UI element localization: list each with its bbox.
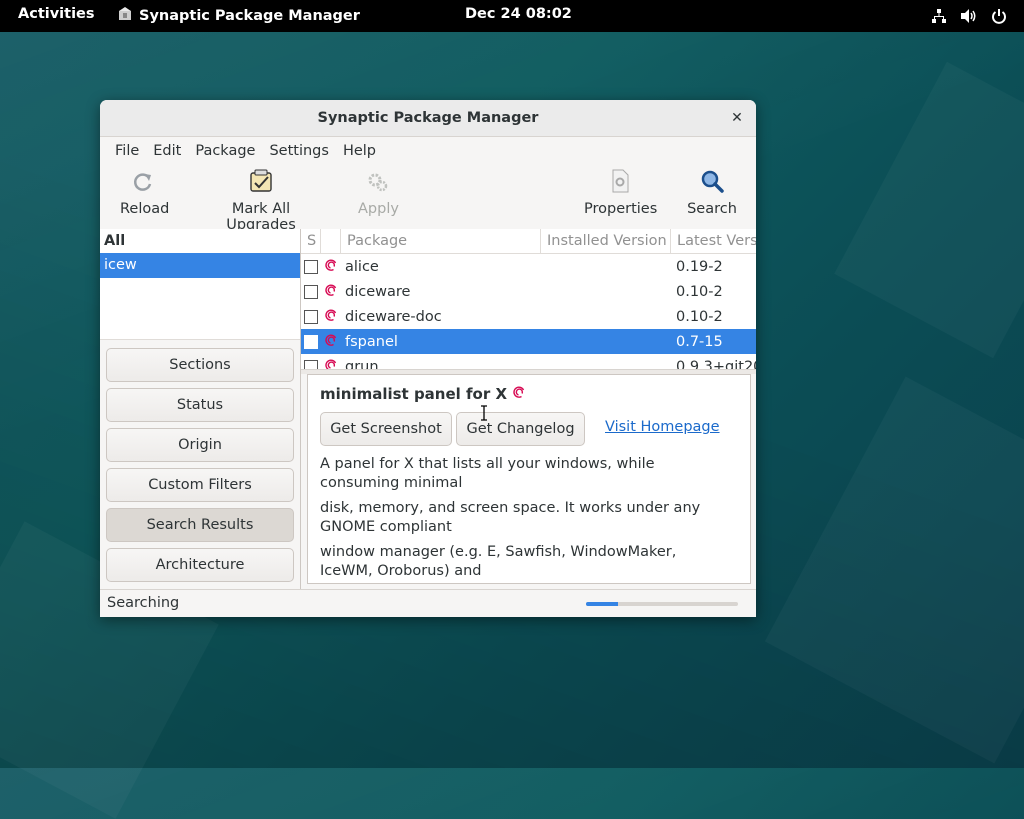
- app-menu[interactable]: Synaptic Package Manager: [117, 6, 360, 26]
- apply-button[interactable]: Apply: [358, 171, 399, 217]
- column-status[interactable]: S: [301, 229, 321, 253]
- description-paragraph: disk, memory, and screen space. It works…: [320, 500, 701, 535]
- properties-label: Properties: [584, 201, 658, 217]
- package-name: diceware-doc: [345, 308, 442, 325]
- table-header: S Package Installed Version Latest Versi: [301, 229, 756, 254]
- architecture-button[interactable]: Architecture: [106, 548, 294, 582]
- window-titlebar[interactable]: Synaptic Package Manager ✕: [100, 100, 756, 137]
- package-name: diceware: [345, 283, 411, 300]
- get-changelog-button[interactable]: Get Changelog: [456, 412, 585, 446]
- search-progress-bar: [586, 602, 738, 606]
- latest-version: 0.10-2: [676, 283, 723, 300]
- description-panel: minimalist panel for X Get Screenshot Ge…: [307, 374, 751, 584]
- reload-label: Reload: [120, 201, 170, 217]
- close-button[interactable]: ✕: [728, 109, 746, 127]
- clock[interactable]: Dec 24 08:02: [465, 6, 572, 22]
- desktop-shape: [765, 377, 1024, 764]
- menu-help[interactable]: Help: [336, 143, 383, 159]
- left-pane: All icew Sections Status Origin Custom F…: [100, 229, 301, 589]
- menu-edit[interactable]: Edit: [146, 143, 188, 159]
- search-label: Search: [687, 201, 737, 217]
- status-button[interactable]: Status: [106, 388, 294, 422]
- search-icon: [700, 169, 724, 197]
- synaptic-window: Synaptic Package Manager ✕ File Edit Pac…: [100, 100, 756, 617]
- synaptic-icon: [117, 6, 133, 26]
- debian-swirl-icon: [324, 308, 338, 326]
- package-checkbox[interactable]: [304, 259, 318, 274]
- package-description: A panel for X that lists all your window…: [320, 455, 730, 583]
- filter-list-header[interactable]: All: [100, 229, 300, 253]
- package-checkbox[interactable]: [304, 284, 318, 299]
- column-latest-version[interactable]: Latest Versi: [671, 229, 756, 253]
- package-name: grun: [345, 358, 379, 370]
- text-cursor-icon: [480, 405, 488, 421]
- menu-file[interactable]: File: [108, 143, 146, 159]
- debian-swirl-icon: [324, 358, 338, 369]
- network-icon[interactable]: [930, 7, 948, 25]
- reload-button[interactable]: Reload: [120, 171, 170, 217]
- mark-upgrades-icon: [249, 169, 273, 197]
- filter-list-item[interactable]: icew: [100, 253, 300, 278]
- gears-icon: [367, 171, 389, 197]
- table-row[interactable]: diceware-doc 0.10-2: [301, 304, 756, 329]
- toolbar: Reload Mark All Upgrades Apply Propertie…: [100, 165, 756, 233]
- column-installed-version[interactable]: Installed Version: [541, 229, 671, 253]
- latest-version: 0.19-2: [676, 258, 723, 275]
- search-button[interactable]: Search: [687, 169, 737, 217]
- package-table: S Package Installed Version Latest Versi…: [301, 229, 756, 369]
- activities-button[interactable]: Activities: [18, 6, 95, 22]
- volume-icon[interactable]: [960, 7, 978, 25]
- search-results-button[interactable]: Search Results: [106, 508, 294, 542]
- package-name: fspanel: [345, 333, 398, 350]
- mark-all-upgrades-button[interactable]: Mark All Upgrades: [200, 169, 322, 233]
- visit-homepage-link[interactable]: Visit Homepage: [605, 419, 720, 435]
- top-bar: Activities Synaptic Package Manager Dec …: [0, 0, 1024, 32]
- table-row-selected[interactable]: fspanel 0.7-15: [301, 329, 756, 354]
- menu-bar: File Edit Package Settings Help: [100, 137, 756, 165]
- custom-filters-button[interactable]: Custom Filters: [106, 468, 294, 502]
- menu-settings[interactable]: Settings: [262, 143, 335, 159]
- apply-label: Apply: [358, 201, 399, 217]
- app-name: Synaptic Package Manager: [139, 8, 360, 24]
- column-package[interactable]: Package: [341, 229, 541, 253]
- properties-icon: [610, 169, 630, 197]
- power-icon[interactable]: [990, 7, 1008, 25]
- status-text: Searching: [107, 595, 180, 611]
- reload-icon: [132, 171, 154, 197]
- properties-button[interactable]: Properties: [584, 169, 658, 217]
- package-checkbox[interactable]: [304, 309, 318, 324]
- debian-swirl-icon: [512, 385, 526, 403]
- description-paragraph: window manager (e.g. E, Sawfish, WindowM…: [320, 544, 677, 579]
- debian-swirl-icon: [324, 283, 338, 301]
- system-tray[interactable]: [930, 7, 1008, 25]
- latest-version: 0.7-15: [676, 333, 723, 350]
- get-screenshot-button[interactable]: Get Screenshot: [320, 412, 452, 446]
- debian-swirl-icon: [324, 333, 338, 351]
- sections-button[interactable]: Sections: [106, 348, 294, 382]
- package-checkbox[interactable]: [304, 359, 318, 369]
- origin-button[interactable]: Origin: [106, 428, 294, 462]
- table-row[interactable]: alice 0.19-2: [301, 254, 756, 279]
- table-row[interactable]: grun 0.9.3+git20: [301, 354, 756, 369]
- package-summary: minimalist panel for X: [320, 385, 526, 403]
- menu-package[interactable]: Package: [188, 143, 262, 159]
- progress-fill: [586, 602, 618, 606]
- filter-list: All icew: [100, 229, 300, 340]
- status-bar: Searching: [100, 589, 756, 617]
- debian-swirl-icon: [324, 258, 338, 276]
- package-name: alice: [345, 258, 379, 275]
- latest-version: 0.10-2: [676, 308, 723, 325]
- description-paragraph: A panel for X that lists all your window…: [320, 456, 655, 491]
- window-title: Synaptic Package Manager: [317, 110, 539, 126]
- column-icon[interactable]: [321, 229, 341, 253]
- package-checkbox[interactable]: [304, 334, 318, 349]
- table-row[interactable]: diceware 0.10-2: [301, 279, 756, 304]
- latest-version: 0.9.3+git20: [676, 358, 756, 370]
- package-summary-text: minimalist panel for X: [320, 385, 508, 403]
- desktop-shape: [834, 62, 1024, 358]
